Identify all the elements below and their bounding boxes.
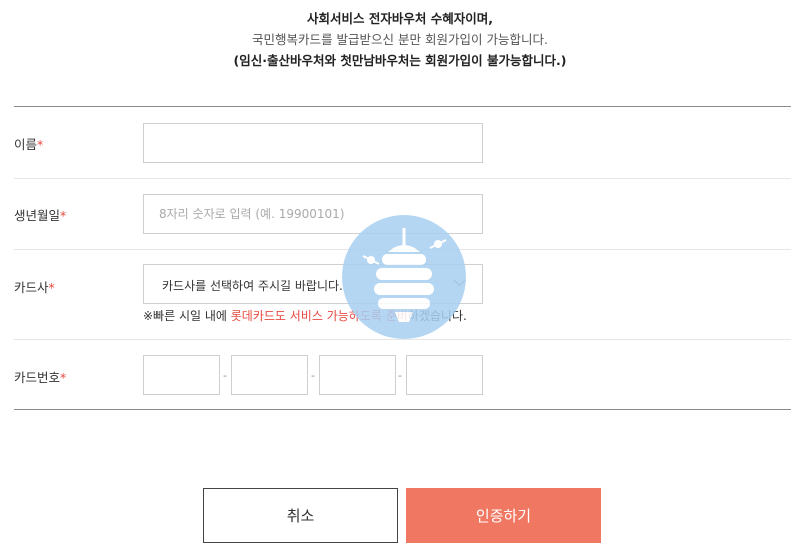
form-bottom-border <box>14 409 791 410</box>
row-divider <box>14 339 791 340</box>
verify-button[interactable]: 인증하기 <box>406 488 601 543</box>
notice: 사회서비스 전자바우처 수혜자이며, 국민행복카드를 발급받으신 분만 회원가입… <box>0 8 800 71</box>
notice-line-2-rest: 를 발급받으신 분만 회원가입이 가능합니다. <box>321 32 548 47</box>
required-mark: * <box>60 208 67 223</box>
card-number-separator: - <box>311 369 315 382</box>
required-mark: * <box>48 280 55 295</box>
card-number-part-3[interactable] <box>319 355 396 395</box>
form-top-border <box>14 106 791 107</box>
card-number-label: 카드번호* <box>14 370 67 385</box>
required-mark: * <box>60 370 67 385</box>
row-divider <box>14 249 791 250</box>
row-divider <box>14 178 791 179</box>
card-number-part-2[interactable] <box>231 355 308 395</box>
card-company-hint: ※빠른 시일 내에 롯데카드도 서비스 가능하도록 준비하겠습니다. <box>143 309 467 323</box>
name-label: 이름* <box>14 137 44 152</box>
hint-highlight: 롯데카드도 서비스 가능하도록 준비 <box>230 309 408 323</box>
notice-line-2: 국민행복카드를 발급받으신 분만 회원가입이 가능합니다. <box>0 29 800 50</box>
notice-card-name: 국민행복카드 <box>252 32 322 47</box>
card-company-select[interactable]: 카드사를 선택하여 주시길 바랍니다. <box>143 264 483 304</box>
card-number-separator: - <box>398 369 402 382</box>
required-mark: * <box>37 137 44 152</box>
card-number-part-1[interactable] <box>143 355 220 395</box>
name-input[interactable] <box>143 123 483 163</box>
notice-line-1: 사회서비스 전자바우처 수혜자이며, <box>307 11 493 26</box>
birth-label: 생년월일* <box>14 208 67 223</box>
card-company-label: 카드사* <box>14 280 55 295</box>
cancel-button[interactable]: 취소 <box>203 488 398 543</box>
card-number-separator: - <box>223 369 227 382</box>
chevron-down-icon <box>453 279 466 287</box>
notice-line-3: (임신·출산바우처와 첫만남바우처는 회원가입이 불가능합니다.) <box>233 53 567 68</box>
card-company-selected: 카드사를 선택하여 주시길 바랍니다. <box>162 279 343 293</box>
birth-input[interactable] <box>143 194 483 234</box>
card-number-part-4[interactable] <box>406 355 483 395</box>
